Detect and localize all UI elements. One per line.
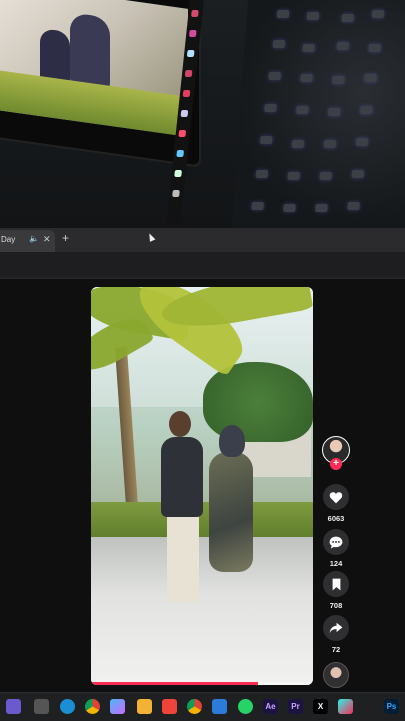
edge-icon[interactable] xyxy=(60,699,75,714)
like-action: 6063 xyxy=(322,484,350,523)
photoshop-icon[interactable]: Ps xyxy=(384,699,399,714)
comment-icon xyxy=(329,536,343,548)
share-action: 72 xyxy=(322,615,350,654)
action-rail: + 6063 124 708 72 xyxy=(322,436,350,688)
plus-icon[interactable]: + xyxy=(62,232,69,244)
close-icon[interactable]: ✕ xyxy=(43,234,51,245)
anydesk-icon[interactable] xyxy=(162,699,177,714)
browser-toolbar xyxy=(0,252,405,279)
comment-action: 124 xyxy=(322,529,350,568)
share-count: 72 xyxy=(331,645,341,654)
bookmark-count: 708 xyxy=(329,601,343,610)
chrome-icon[interactable] xyxy=(85,699,100,714)
premiere-pro-icon[interactable]: Pr xyxy=(288,699,303,714)
video-progress-fill xyxy=(91,682,258,685)
bookmark-action: 708 xyxy=(322,571,350,610)
copilot-icon[interactable] xyxy=(110,699,125,714)
browser-tab[interactable]: Day 🔈 ✕ xyxy=(0,230,55,252)
folder-icon[interactable] xyxy=(137,699,152,714)
taskbar: Ae Pr X Ps xyxy=(0,692,405,721)
sound-avatar[interactable] xyxy=(323,662,349,688)
video-progress-bar[interactable] xyxy=(91,682,313,685)
chrome-alt-icon[interactable] xyxy=(187,699,202,714)
heart-icon xyxy=(329,491,343,503)
tiktok-icon[interactable] xyxy=(338,699,353,714)
x-icon[interactable]: X xyxy=(313,699,328,714)
background-photo xyxy=(0,0,405,230)
bookmark-button[interactable] xyxy=(323,571,349,597)
browser-tab-bar: Day 🔈 ✕ + xyxy=(0,228,405,252)
follow-button[interactable]: + xyxy=(330,458,342,470)
comment-count: 124 xyxy=(329,559,343,568)
file-explorer-window-icon[interactable] xyxy=(34,699,49,714)
like-button[interactable] xyxy=(323,484,349,510)
widgets-icon[interactable] xyxy=(6,699,21,714)
keyboard xyxy=(231,0,405,230)
share-icon xyxy=(329,622,343,634)
whatsapp-icon[interactable] xyxy=(238,699,253,714)
comment-button[interactable] xyxy=(323,529,349,555)
tab-title: Day xyxy=(1,235,16,244)
after-effects-icon[interactable]: Ae xyxy=(263,699,278,714)
video-player[interactable] xyxy=(91,287,313,685)
monitor xyxy=(0,0,199,166)
monitor-screen xyxy=(0,0,188,137)
notes-app-icon[interactable] xyxy=(212,699,227,714)
share-button[interactable] xyxy=(323,615,349,641)
speaker-icon[interactable]: 🔈 xyxy=(29,234,39,243)
bookmark-icon xyxy=(332,578,340,590)
like-count: 6063 xyxy=(327,514,345,523)
